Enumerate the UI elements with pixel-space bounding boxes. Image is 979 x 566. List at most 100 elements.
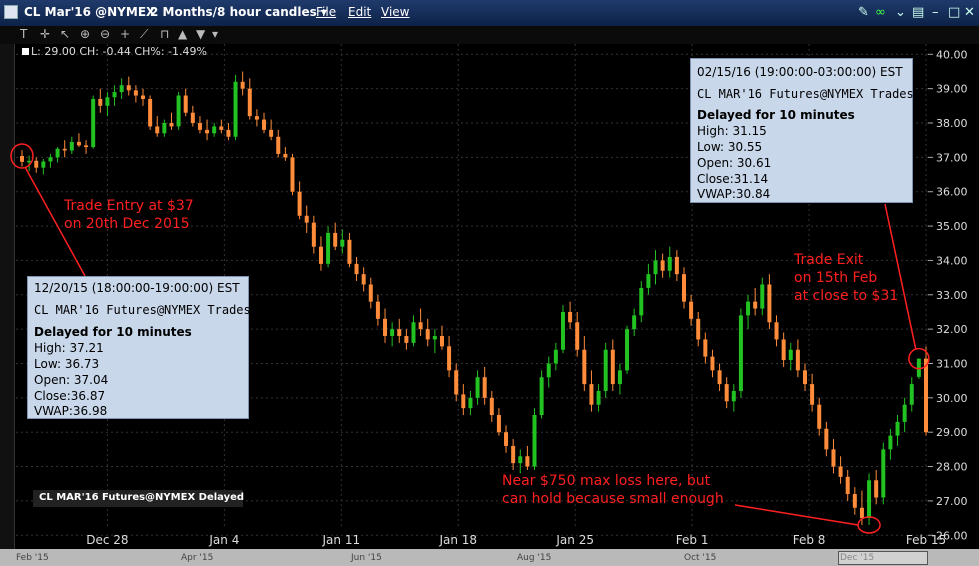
candle-body bbox=[397, 329, 402, 337]
candle-body bbox=[504, 432, 509, 446]
tooltip-exit-name: CL MAR'16 Futures@NYMEX Trades bbox=[697, 87, 914, 101]
candle-body bbox=[91, 98, 96, 148]
pin-icon[interactable]: ✎ bbox=[858, 5, 869, 20]
candle-body bbox=[311, 222, 316, 247]
candle-body bbox=[447, 346, 452, 371]
candle-body bbox=[240, 81, 245, 89]
tooltip-entry-name: CL MAR'16 Futures@NYMEX Trades bbox=[34, 303, 251, 317]
candle-body bbox=[560, 311, 565, 350]
candle-body bbox=[788, 349, 793, 361]
pointer-icon[interactable]: ↖ bbox=[60, 27, 70, 41]
entry-annotation: Trade Entry at $37 bbox=[63, 198, 194, 214]
x-tick-label: Feb 8 bbox=[793, 533, 826, 547]
cross-icon[interactable]: + bbox=[120, 27, 130, 41]
candle-body bbox=[802, 370, 807, 385]
arrow-up-icon[interactable]: ▲ bbox=[178, 27, 187, 41]
candle-body bbox=[625, 329, 630, 371]
candle-body bbox=[439, 336, 444, 347]
arrow-down-icon[interactable]: ▼ bbox=[196, 27, 205, 41]
candle-body bbox=[354, 263, 359, 275]
timeframe-dropdown[interactable]: 2 Months/8 hour candles ▾ bbox=[150, 5, 327, 19]
candle-body bbox=[795, 349, 800, 371]
settings-icon[interactable]: ▤ bbox=[912, 5, 924, 20]
candle-body bbox=[475, 377, 480, 398]
candle-body bbox=[617, 370, 622, 385]
low-annotation: Near $750 max loss here, but bbox=[502, 473, 711, 489]
close-icon[interactable]: ✕ bbox=[964, 5, 975, 20]
chart-toolbar: T ✛ ↖ ⊕ ⊖ + ⟋ ⊓ ▲ ▼ ▾ bbox=[0, 26, 979, 44]
candle-body bbox=[69, 141, 74, 151]
candle-body bbox=[432, 336, 437, 340]
candle-body bbox=[283, 153, 288, 158]
y-tick-label: 28.00 bbox=[936, 461, 968, 474]
candle-body bbox=[84, 145, 89, 148]
x-tick-label: Feb 1 bbox=[676, 533, 709, 547]
candle-body bbox=[553, 349, 558, 364]
chevron-down-icon[interactable]: ⌄ bbox=[895, 5, 906, 20]
nav-handle[interactable] bbox=[838, 551, 928, 565]
legend-box-icon bbox=[22, 48, 29, 55]
x-tick-label: Jan 25 bbox=[555, 533, 594, 547]
candle-body bbox=[575, 322, 580, 350]
candle-body bbox=[468, 397, 473, 409]
candle-body bbox=[710, 356, 715, 371]
tooltip-exit-delay: Delayed for 10 minutes bbox=[697, 108, 855, 122]
timeline-navigator[interactable]: Feb '15 Apr '15 Jun '15 Aug '15 Oct '15 … bbox=[0, 549, 979, 566]
candle-body bbox=[333, 232, 338, 247]
zoom-out-icon[interactable]: ⊖ bbox=[100, 27, 110, 41]
zoom-in-icon[interactable]: ⊕ bbox=[80, 27, 90, 41]
x-tick-label: Dec 28 bbox=[86, 533, 128, 547]
text-tool-icon[interactable]: T bbox=[20, 27, 27, 41]
candle-body bbox=[162, 123, 167, 134]
candle-body bbox=[375, 301, 380, 319]
candle-body bbox=[461, 394, 466, 409]
candle-body bbox=[247, 88, 252, 117]
minimize-icon[interactable]: – bbox=[932, 5, 939, 20]
candle-body bbox=[41, 161, 46, 168]
candle-body bbox=[27, 160, 32, 163]
y-tick-label: 33.00 bbox=[936, 289, 968, 302]
y-tick-label: 36.00 bbox=[936, 186, 968, 199]
nav-label-0: Feb '15 bbox=[16, 553, 49, 563]
candle-body bbox=[226, 129, 231, 137]
bracket-icon[interactable]: ⊓ bbox=[160, 27, 169, 41]
y-tick-label: 39.00 bbox=[936, 83, 968, 96]
trendline-icon[interactable]: ⟋ bbox=[140, 27, 148, 42]
candle-body bbox=[888, 435, 893, 450]
candle-body bbox=[262, 119, 267, 130]
link-icon[interactable]: ∞ bbox=[875, 5, 886, 20]
x-tick-label: Jan 4 bbox=[208, 533, 239, 547]
candle-body bbox=[133, 90, 138, 96]
candle-body bbox=[126, 85, 131, 91]
candle-body bbox=[525, 456, 530, 467]
candle-body bbox=[304, 215, 309, 223]
candle-body bbox=[20, 155, 24, 162]
menu-view[interactable]: View bbox=[381, 5, 409, 19]
candle-body bbox=[454, 370, 459, 395]
nav-label-1: Apr '15 bbox=[181, 553, 214, 563]
menu-edit[interactable]: Edit bbox=[348, 5, 371, 19]
more-tools-icon[interactable]: ▾ bbox=[212, 27, 218, 41]
candle-body bbox=[760, 284, 765, 309]
candle-body bbox=[817, 404, 822, 429]
candle-body bbox=[781, 339, 786, 361]
candle-body bbox=[269, 129, 274, 137]
tooltip-entry-delay: Delayed for 10 minutes bbox=[34, 325, 192, 339]
crosshair-icon[interactable]: ✛ bbox=[40, 27, 50, 41]
candle-body bbox=[852, 494, 857, 508]
candle-body bbox=[148, 98, 153, 127]
candle-body bbox=[219, 126, 224, 130]
y-tick-label: 27.00 bbox=[936, 495, 968, 508]
candle-body bbox=[895, 421, 900, 436]
candle-body bbox=[610, 349, 615, 385]
candle-body bbox=[824, 428, 829, 450]
legend-readout: L: 29.00 CH: -0.44 CH%: -1.49% bbox=[22, 45, 207, 58]
tooltip-exit-high: High: 31.15 bbox=[697, 124, 767, 138]
candle-body bbox=[34, 160, 39, 168]
exit-annotation: on 15th Feb bbox=[794, 270, 877, 286]
maximize-icon[interactable]: □ bbox=[948, 5, 960, 20]
instrument-tag: CL MAR'16 Futures@NYMEX Delayed bbox=[33, 490, 244, 507]
candle-body bbox=[112, 92, 117, 98]
y-tick-label: 34.00 bbox=[936, 254, 968, 267]
menu-file[interactable]: File bbox=[316, 5, 336, 19]
